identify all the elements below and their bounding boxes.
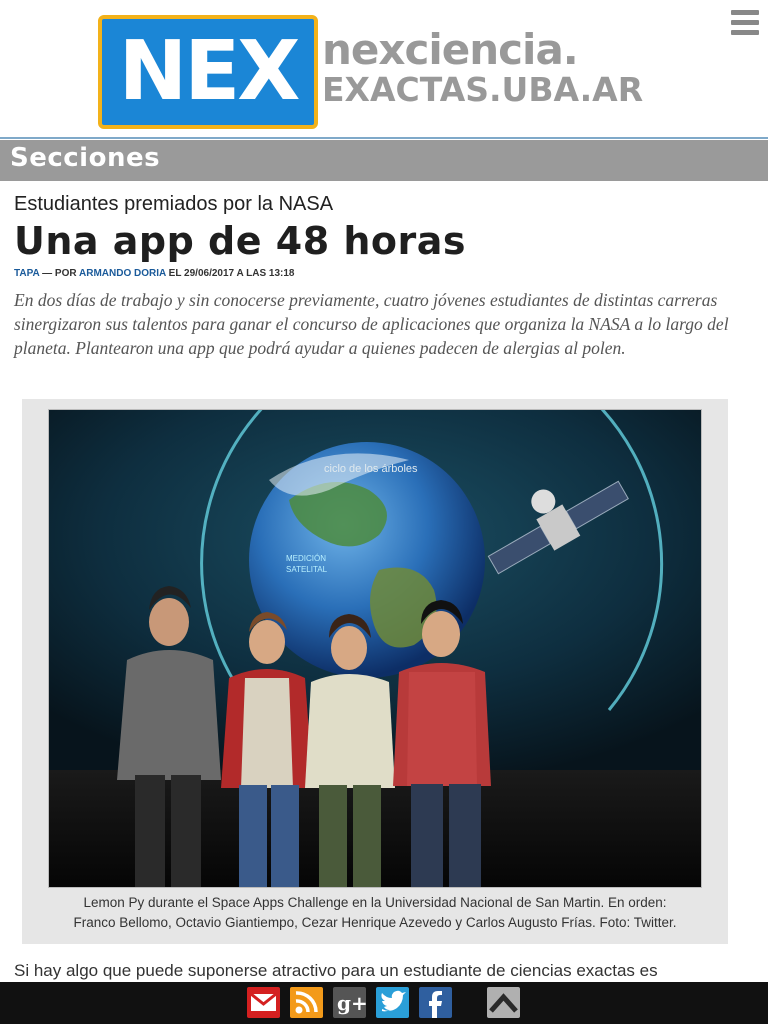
article-byline: TAPA — POR ARMANDO DORIA EL 29/06/2017 A… [14, 268, 295, 279]
site-name-line2: EXACTAS.UBA.AR [322, 70, 644, 109]
google-plus-icon[interactable]: g+ [333, 987, 366, 1018]
article-kicker: Estudiantes premiados por la NASA [14, 193, 334, 215]
site-name-line1: nexciencia. [322, 25, 579, 74]
logo-text: NEX [118, 24, 301, 119]
caption-line-2: Franco Bellomo, Octavio Giantiempo, Ceza… [73, 915, 677, 930]
photo-label-ciclo: ciclo de los árboles [324, 463, 418, 475]
sections-menu-bar[interactable]: Secciones [0, 140, 768, 181]
article-body-start: Si hay algo que puede suponerse atractiv… [14, 961, 658, 980]
article-lead: En dos días de trabajo y sin conocerse p… [14, 290, 729, 358]
site-name[interactable]: nexciencia. EXACTAS.UBA.AR [322, 28, 643, 108]
article-photo[interactable]: ciclo de los árboles MEDICIÓN SATELITAL [48, 409, 702, 888]
twitter-icon[interactable] [376, 987, 409, 1018]
article-title: Una app de 48 horas [14, 219, 467, 263]
back-to-top-icon[interactable] [487, 987, 520, 1018]
caption-line-1: Lemon Py durante el Space Apps Challenge… [83, 895, 667, 910]
category-link[interactable]: TAPA [14, 268, 39, 279]
byline-by-label: — POR [42, 268, 77, 279]
photo-label-medicion-2: SATELITAL [286, 565, 328, 574]
rss-icon[interactable] [290, 987, 323, 1018]
site-header: NEX nexciencia. EXACTAS.UBA.AR [0, 0, 768, 139]
photo-label-medicion-1: MEDICIÓN [286, 554, 326, 563]
svg-text:g+: g+ [337, 991, 366, 1015]
facebook-icon[interactable] [419, 987, 452, 1018]
author-link[interactable]: ARMANDO DORIA [79, 268, 166, 279]
site-logo[interactable]: NEX [98, 15, 318, 129]
mail-icon[interactable] [247, 987, 280, 1018]
hamburger-menu-icon[interactable] [731, 10, 759, 36]
sections-label: Secciones [10, 143, 161, 173]
article-figure: ciclo de los árboles MEDICIÓN SATELITAL [22, 399, 728, 944]
share-bar: g+ [0, 982, 768, 1024]
photo-caption: Lemon Py durante el Space Apps Challenge… [22, 893, 728, 933]
byline-date: EL 29/06/2017 A LAS 13:18 [168, 268, 295, 279]
